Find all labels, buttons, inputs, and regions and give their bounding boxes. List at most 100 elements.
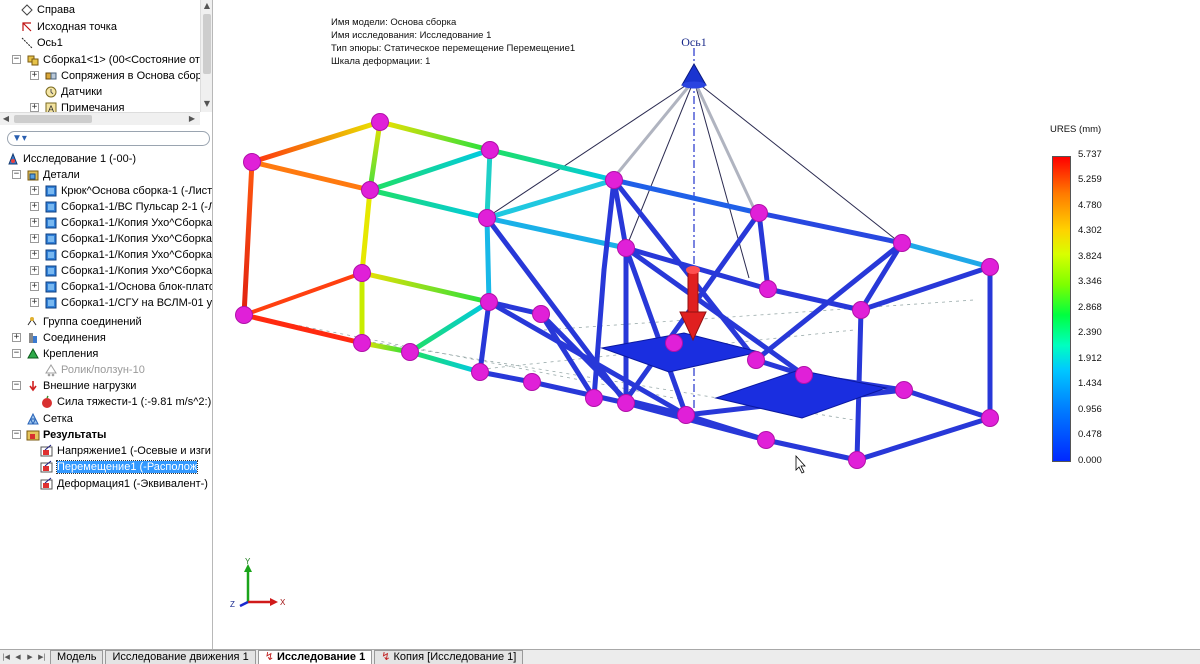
expand-toggle[interactable]: +	[12, 333, 21, 342]
tree-item-mesh[interactable]: Сетка	[26, 411, 73, 427]
tree-item-result-strain[interactable]: Деформация1 (-Эквивалент-)	[40, 476, 208, 492]
triad-z-label: Z	[230, 600, 235, 609]
tree-item-axis[interactable]: Ось1	[20, 35, 63, 51]
tab-model[interactable]: Модель	[50, 650, 104, 664]
origin-icon	[22, 22, 32, 32]
tree-item-label: Исследование 1 (-00-)	[23, 153, 137, 165]
legend-value: 0.478	[1078, 429, 1102, 440]
scroll-up-icon[interactable]: ▲	[201, 0, 212, 12]
part-icon	[45, 201, 57, 213]
tree-item-part[interactable]: + Сборка1-1/Копия Ухо^Сборка	[30, 263, 212, 279]
expand-toggle[interactable]: +	[30, 250, 39, 259]
axis-cone-icon[interactable]	[681, 62, 707, 89]
tree-item-part[interactable]: + Сборка1-1/Копия Ухо^Сборка	[30, 247, 212, 263]
tree-item-gravity[interactable]: Сила тяжести-1 (:-9.81 m/s^2:)	[40, 394, 211, 410]
scroll-right-icon[interactable]: ▶	[186, 113, 198, 125]
tab-study-1[interactable]: ↯ Исследование 1	[257, 650, 373, 664]
tree-item-results[interactable]: − Результаты	[12, 427, 106, 443]
tab-motion-study[interactable]: Исследование движения 1	[105, 650, 256, 664]
last-tab-icon[interactable]: ▶|	[36, 651, 48, 664]
tree-item-label: Сборка1-1/Копия Ухо^Сборка	[61, 265, 213, 277]
tree-item-external-loads[interactable]: − Внешние нагрузки	[12, 378, 136, 394]
tree-item-fixtures[interactable]: − Крепления	[12, 346, 98, 362]
frame-cool	[477, 147, 993, 463]
scroll-down-icon[interactable]: ▼	[201, 98, 212, 110]
prev-tab-icon[interactable]: ◀	[12, 651, 24, 664]
tree-item-parts[interactable]: − Детали	[12, 167, 80, 183]
tree-item-part[interactable]: + Сборка1-1/СГУ на ВСЛМ-01 уг	[30, 295, 212, 311]
collapse-toggle[interactable]: −	[12, 381, 21, 390]
legend-value: 0.000	[1078, 455, 1102, 466]
tab-study-copy[interactable]: ↯ Копия [Исследование 1]	[374, 650, 524, 664]
horizontal-scrollbar[interactable]: ◀ ▶	[0, 112, 200, 125]
connection-group-icon	[27, 317, 37, 326]
collapse-toggle[interactable]: −	[12, 430, 21, 439]
legend-value: 1.434	[1078, 378, 1102, 389]
collapse-toggle[interactable]: −	[12, 170, 21, 179]
tree-item-result-displacement[interactable]: Перемещение1 (-Располож	[40, 459, 199, 475]
fixtures-icon	[27, 347, 39, 359]
expand-toggle[interactable]: +	[30, 71, 39, 80]
part-icon	[45, 281, 57, 293]
tree-item-label: Крюк^Основа сборка-1 (-Лист	[61, 185, 213, 197]
collapse-toggle[interactable]: −	[12, 349, 21, 358]
tree-item-fixture-roller[interactable]: Ролик/ползун-10	[44, 362, 145, 378]
tree-item-origin[interactable]: Исходная точка	[20, 19, 117, 35]
expand-toggle[interactable]: +	[30, 282, 39, 291]
simulation-study-tree: Исследование 1 (-00-) − Детали + Крюк^Ос…	[0, 150, 213, 650]
tree-item-part[interactable]: + Крюк^Основа сборка-1 (-Лист	[30, 183, 212, 199]
tree-item-mates[interactable]: + Сопряжения в Основа сбор	[30, 68, 202, 84]
tree-item-label: Сетка	[43, 413, 73, 425]
scroll-left-icon[interactable]: ◀	[0, 113, 12, 125]
graphics-viewport[interactable]: Имя модели: Основа сборка Имя исследован…	[214, 0, 1200, 649]
axis-icon	[21, 37, 33, 49]
legend-value: 5.259	[1078, 174, 1102, 185]
tree-item-sensors[interactable]: Датчики	[44, 84, 102, 100]
roller-slider-icon	[45, 364, 57, 377]
study-tab-icon: ↯	[264, 651, 274, 663]
tree-item-label: Перемещение1 (-Располож	[55, 460, 199, 474]
collapse-toggle[interactable]: −	[12, 55, 21, 64]
expand-toggle[interactable]: +	[30, 202, 39, 211]
external-loads-icon	[29, 381, 37, 392]
tree-item-part[interactable]: + Сборка1-1/Основа блок-плато	[30, 279, 213, 295]
tree-item-label: Сборка1-1/Основа блок-плато	[61, 281, 213, 293]
expand-toggle[interactable]: +	[30, 266, 39, 275]
expand-toggle[interactable]: +	[30, 218, 39, 227]
expand-toggle[interactable]: +	[30, 103, 39, 112]
filter-icon[interactable]: ▼▾	[12, 133, 27, 144]
tree-item-part[interactable]: + Сборка1-1/Копия Ухо^Сборка	[30, 215, 212, 231]
scrollbar-thumb[interactable]	[14, 115, 92, 123]
next-tab-icon[interactable]: ▶	[24, 651, 36, 664]
triad-x-label: X	[280, 598, 286, 607]
scrollbar-thumb[interactable]	[203, 14, 211, 74]
plane-icon	[21, 4, 33, 16]
tree-item-part[interactable]: + Сборка1-1/Копия Ухо^Сборка	[30, 231, 212, 247]
vertical-scrollbar[interactable]: ▲ ▼	[200, 0, 212, 112]
tree-item-label: Сборка1-1/Копия Ухо^Сборка	[61, 249, 213, 261]
tree-item-right-plane[interactable]: Справа	[20, 2, 75, 18]
tree-item-part[interactable]: + Сборка1-1/ВС Пульсар 2-1 (-Л	[30, 199, 212, 215]
tree-item-study[interactable]: Исследование 1 (-00-)	[6, 151, 136, 167]
assembly-icon	[27, 55, 39, 66]
tree-filter[interactable]: ▼▾	[7, 131, 210, 146]
tree-item-label: Сборка1-1/Копия Ухо^Сборка	[61, 217, 213, 229]
tree-item-label: Сборка1-1/Копия Ухо^Сборка	[61, 233, 213, 245]
expand-toggle[interactable]: +	[30, 298, 39, 307]
tree-item-result-stress[interactable]: Напряжение1 (-Осевые и изги	[40, 443, 211, 459]
tree-item-label: Деформация1 (-Эквивалент-)	[57, 478, 208, 490]
tree-item-label: Исходная точка	[37, 21, 117, 33]
tree-item-assembly[interactable]: − Сборка1<1> (00<Состояние от	[12, 52, 200, 68]
first-tab-icon[interactable]: |◀	[0, 651, 12, 664]
tree-item-connection-group[interactable]: Группа соединений	[26, 314, 142, 330]
triad-y-label: Y	[245, 557, 251, 566]
tree-item-label: Ролик/ползун-10	[61, 364, 145, 376]
tree-item-connections[interactable]: + Соединения	[12, 330, 106, 346]
expand-toggle[interactable]: +	[30, 186, 39, 195]
cable-beams	[610, 79, 758, 214]
study-tab-icon: ↯	[381, 651, 391, 663]
legend-value: 5.737	[1078, 149, 1102, 160]
expand-toggle[interactable]: +	[30, 234, 39, 243]
result-plot-icon	[40, 460, 53, 473]
part-icon	[45, 265, 57, 277]
